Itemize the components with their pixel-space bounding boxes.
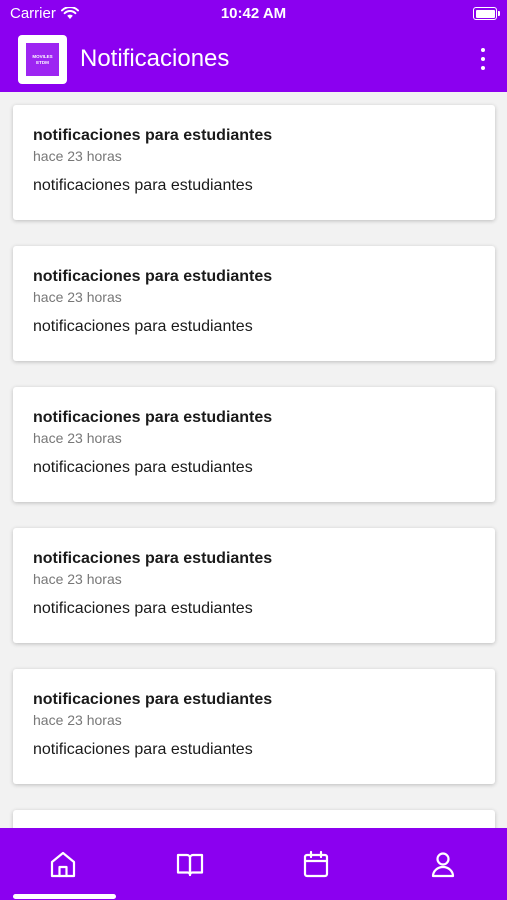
app-header: Carrier 10:42 AM MOVILES ETDM Notificaci… (0, 0, 507, 92)
notification-title: notificaciones para estudiantes (33, 409, 273, 426)
notification-title: notificaciones para estudiantes (33, 127, 273, 144)
notification-body: notificaciones para estudiantes (33, 741, 253, 758)
notification-time: hace 23 horas (33, 148, 122, 164)
page-title: Notificaciones (80, 45, 230, 72)
battery-icon (473, 7, 500, 20)
calendar-icon (303, 850, 329, 878)
notification-list[interactable]: notificaciones para estudiantes hace 23 … (0, 92, 507, 828)
notification-body: notificaciones para estudiantes (33, 600, 253, 617)
notification-time: hace 23 horas (33, 571, 122, 587)
book-icon (176, 853, 204, 877)
notification-card-partial[interactable] (13, 810, 495, 828)
user-icon (431, 852, 455, 878)
notification-body: notificaciones para estudiantes (33, 177, 253, 194)
notification-card[interactable]: notificaciones para estudiantes hace 23 … (13, 387, 495, 502)
notification-title: notificaciones para estudiantes (33, 550, 273, 567)
more-menu-button[interactable] (473, 46, 493, 72)
notification-body: notificaciones para estudiantes (33, 318, 253, 335)
status-bar: Carrier 10:42 AM (0, 0, 507, 28)
tab-courses[interactable] (127, 828, 253, 900)
more-vert-icon-dot (481, 48, 485, 52)
notification-card[interactable]: notificaciones para estudiantes hace 23 … (13, 528, 495, 643)
home-indicator (13, 894, 116, 899)
notification-title: notificaciones para estudiantes (33, 691, 273, 708)
notification-card[interactable]: notificaciones para estudiantes hace 23 … (13, 669, 495, 784)
notification-body: notificaciones para estudiantes (33, 459, 253, 476)
notification-time: hace 23 horas (33, 430, 122, 446)
tab-profile[interactable] (380, 828, 506, 900)
notification-title: notificaciones para estudiantes (33, 268, 273, 285)
tab-calendar[interactable] (253, 828, 379, 900)
notification-card[interactable]: notificaciones para estudiantes hace 23 … (13, 246, 495, 361)
notification-card[interactable]: notificaciones para estudiantes hace 23 … (13, 105, 495, 220)
status-time: 10:42 AM (220, 5, 287, 22)
notification-time: hace 23 horas (33, 289, 122, 305)
logo-badge: MOVILES ETDM (26, 43, 59, 76)
home-icon (50, 851, 76, 878)
more-vert-icon-dot (481, 66, 485, 70)
notification-time: hace 23 horas (33, 712, 122, 728)
logo-text-line2: ETDM (36, 59, 49, 65)
bottom-tab-bar (0, 828, 507, 900)
app-logo: MOVILES ETDM (18, 35, 67, 84)
more-vert-icon-dot (481, 57, 485, 61)
tab-home[interactable] (0, 828, 126, 900)
